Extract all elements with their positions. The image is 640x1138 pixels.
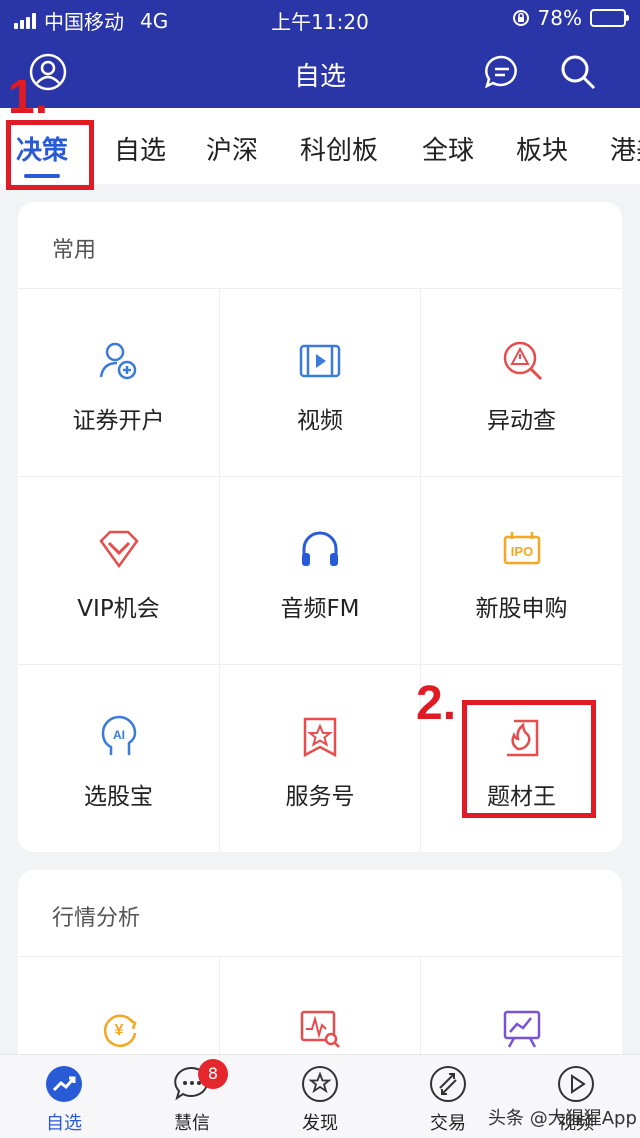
battery-icon	[590, 9, 629, 27]
search-icon[interactable]	[558, 52, 598, 92]
rotation-lock-icon	[512, 10, 529, 26]
svg-text:¥: ¥	[114, 1022, 123, 1039]
tool-stock-picker[interactable]: AI 选股宝	[18, 664, 219, 852]
tool-audio-fm[interactable]: 音频FM	[219, 476, 421, 664]
nav-label: 慧信	[174, 1113, 210, 1134]
annotation-box-1	[6, 120, 94, 190]
star-circle-icon	[302, 1066, 338, 1102]
nav-trade[interactable]: 交易	[398, 1065, 498, 1135]
ai-head-icon: AI	[101, 715, 136, 755]
tool-label: 异动查	[487, 408, 556, 434]
tab-hk-us[interactable]: 港美	[610, 130, 640, 167]
ipo-icon: IPO	[503, 532, 540, 565]
presentation-chart-icon	[503, 1010, 540, 1048]
page-title: 自选	[293, 62, 346, 92]
tool-anomaly-check[interactable]: 异动查	[421, 288, 622, 476]
play-circle-icon	[558, 1066, 594, 1102]
tool-label: 选股宝	[84, 784, 153, 810]
headphones-icon	[302, 531, 338, 566]
svg-text:IPO: IPO	[510, 544, 532, 559]
tool-label: 音频FM	[280, 596, 360, 622]
tool-label: 证券开户	[72, 408, 165, 434]
unread-badge: 8	[198, 1059, 228, 1089]
tool-vip-opportunity[interactable]: VIP机会	[18, 476, 219, 664]
tool-ipo-subscription[interactable]: IPO 新股申购	[421, 476, 622, 664]
yuan-cycle-icon: ¥	[103, 1014, 136, 1047]
app-header: 自选	[0, 36, 640, 108]
svg-text:AI: AI	[113, 728, 125, 742]
tool-video[interactable]: 视频	[219, 288, 421, 476]
tool-label: 视频	[297, 408, 343, 434]
section-title: 常用	[52, 238, 97, 263]
tab-global[interactable]: 全球	[422, 130, 474, 167]
watermark: 头条 @大猩猩App	[488, 1108, 637, 1129]
exchange-icon	[430, 1066, 466, 1102]
nav-label: 发现	[302, 1113, 338, 1134]
section-title: 行情分析	[52, 906, 141, 931]
chart-search-icon	[300, 1010, 340, 1048]
status-bar: 中国移动 4G 上午11:20 78%	[0, 0, 640, 36]
annotation-step-2: 2.	[416, 677, 457, 730]
star-badge-icon	[303, 717, 337, 758]
message-icon[interactable]	[482, 52, 522, 92]
tool-label: 新股申购	[475, 596, 568, 622]
tab-shanghai-shenzhen[interactable]: 沪深	[206, 130, 258, 167]
chart-up-icon	[46, 1066, 82, 1102]
tab-sectors[interactable]: 板块	[516, 130, 568, 167]
nav-messages[interactable]: 8 慧信	[142, 1059, 242, 1135]
user-add-icon	[99, 342, 136, 380]
battery-percent: 78%	[537, 6, 582, 30]
tool-label: VIP机会	[77, 596, 160, 622]
annotation-box-2	[462, 700, 596, 818]
nav-label: 交易	[430, 1113, 466, 1134]
nav-watchlist[interactable]: 自选	[14, 1065, 114, 1135]
annotation-step-1: 1.	[8, 71, 49, 124]
tool-account-opening[interactable]: 证券开户	[18, 288, 219, 476]
video-icon	[299, 344, 341, 378]
tab-star-market[interactable]: 科创板	[300, 130, 378, 167]
tool-label: 服务号	[285, 784, 355, 810]
diamond-icon	[98, 530, 139, 569]
tool-service-account[interactable]: 服务号	[219, 664, 421, 852]
tab-watchlist[interactable]: 自选	[114, 130, 166, 167]
nav-discover[interactable]: 发现	[270, 1065, 370, 1135]
nav-label: 自选	[46, 1113, 82, 1134]
alert-search-icon	[503, 341, 542, 381]
category-tabs: 决策 自选 沪深 科创板 全球 板块 港美	[0, 108, 640, 184]
